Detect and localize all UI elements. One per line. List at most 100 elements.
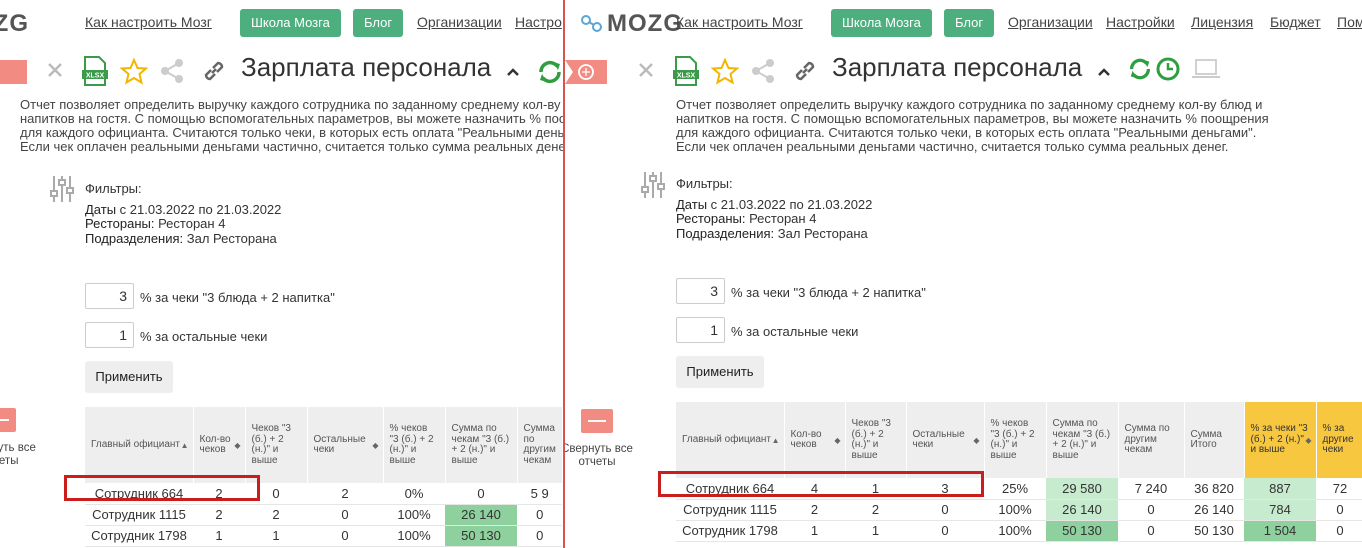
col-header-pct-3plus2[interactable]: % за чеки "3 (б.) + 2 (н.)" и выше ◆ — [1244, 402, 1317, 478]
col-header-checks-3plus2[interactable]: Чеков "3 (б.) + 2 (н.)" и выше — [845, 402, 907, 478]
col-header-other-checks[interactable]: Остальные чеки ◆ — [307, 407, 384, 483]
col-header-waiter[interactable]: Главный официант ▲ — [85, 407, 194, 483]
top-nav: MOZG Как настроить Мозг Школа Мозга Блог… — [0, 0, 563, 48]
filters-block: Фильтры: Даты с 21.03.2022 по 21.03.2022… — [676, 176, 873, 241]
close-icon[interactable] — [47, 62, 63, 83]
filters-sliders-icon[interactable] — [640, 170, 666, 205]
filter-dates: Даты с 21.03.2022 по 21.03.2022 — [85, 201, 282, 217]
apply-button[interactable]: Применить — [85, 361, 173, 393]
apply-button[interactable]: Применить — [676, 356, 764, 388]
logo-text: MOZG — [607, 10, 683, 37]
nav-link-settings[interactable]: Настройки — [1106, 14, 1175, 30]
table-row[interactable]: Сотрудник 1115 2 2 0 100% 26 140 0 26 140 784 0 — [676, 499, 1362, 521]
bookmark-ribbon-icon[interactable] — [565, 56, 607, 88]
minus-icon — [581, 409, 613, 433]
nav-button-blog[interactable]: Блог — [944, 9, 995, 37]
nav-link-help[interactable]: Пом — [1337, 14, 1362, 30]
table-row[interactable]: Сотрудник 1798 1 1 0 100% 50 130 0 — [85, 525, 563, 547]
page-title: Зарплата персонала — [832, 52, 1083, 82]
page-title: Зарплата персонала — [241, 52, 492, 82]
percent-label-other: % за остальные чеки — [140, 329, 268, 344]
percent-input-3plus2[interactable]: 3 — [85, 283, 134, 309]
logo-text: MOZG — [0, 10, 29, 37]
col-header-checks-3plus2[interactable]: Чеков "3 (б.) + 2 (н.)" и выше — [245, 407, 308, 483]
col-header-pct-checks[interactable]: % чеков "3 (б.) + 2 (н.)" и выше — [984, 402, 1047, 478]
collapse-all-label: Свернуть все отчеты — [563, 443, 633, 468]
nav-button-school[interactable]: Школа Мозга — [240, 9, 341, 37]
col-header-sum-other[interactable]: Сумма по другим чекам — [517, 407, 563, 483]
favorite-star-icon[interactable] — [119, 57, 149, 90]
schedule-clock-icon[interactable] — [1155, 56, 1181, 87]
filter-restaurants: Рестораны: Ресторан 4 — [676, 211, 817, 226]
percent-label-other: % за остальные чеки — [731, 324, 859, 339]
share-icon[interactable] — [159, 58, 185, 89]
report-title-row: XLSX Зарплата персонала — [565, 50, 1362, 92]
highlight-box-left — [64, 475, 260, 501]
xlsx-export-icon[interactable]: XLSX — [672, 56, 700, 91]
col-header-sum-other[interactable]: Сумма по другим чекам — [1118, 402, 1185, 478]
bookmark-ribbon-icon[interactable] — [0, 56, 27, 88]
col-header-sum-total[interactable]: Сумма Итого — [1184, 402, 1245, 478]
filter-departments: Подразделения: Зал Ресторана — [676, 225, 868, 241]
refresh-icon[interactable] — [536, 58, 563, 91]
refresh-icon[interactable] — [1127, 56, 1153, 87]
right-browser-view: MOZG Как настроить Мозг Школа Мозга Блог… — [563, 0, 1362, 548]
table-header-row: Главный официант ▲ Кол-во чеков ◆ Чеков "3… — [676, 402, 1362, 478]
collapse-all-reports-button[interactable]: Свернуть все отчеты — [0, 408, 48, 468]
filters-sliders-icon[interactable] — [49, 174, 75, 209]
nav-link-how-to[interactable]: Как настроить Мозг — [676, 14, 803, 30]
nav-link-organizations[interactable]: Организации — [417, 14, 502, 30]
nav-link-how-to[interactable]: Как настроить Мозг — [85, 14, 212, 30]
table-row[interactable]: Сотрудник 1798 1 1 0 100% 50 130 0 50 130 1 504 0 — [676, 520, 1362, 542]
percent-input-other[interactable]: 1 — [676, 317, 725, 343]
percent-label-3plus2: % за чеки "3 блюда + 2 напитка" — [731, 285, 926, 300]
minus-icon — [0, 408, 16, 432]
report-title-row: XLSX Зарплата персонала — [0, 50, 563, 92]
mozg-logo[interactable]: MOZG — [579, 10, 683, 38]
percent-input-other[interactable]: 1 — [85, 322, 134, 348]
svg-text:XLSX: XLSX — [86, 73, 105, 80]
nav-link-settings[interactable]: Настро — [515, 14, 562, 30]
mozg-logo[interactable]: MOZG — [0, 10, 29, 38]
collapse-chevron-icon[interactable] — [506, 64, 520, 82]
col-header-pct-other[interactable]: % за другие чеки — [1316, 402, 1362, 478]
col-header-checks[interactable]: Кол-во чеков ◆ — [193, 407, 246, 483]
nav-link-license[interactable]: Лицензия — [1191, 14, 1253, 30]
collapse-all-reports-button[interactable]: Свернуть все отчеты — [563, 409, 645, 469]
favorite-star-icon[interactable] — [710, 57, 740, 90]
percent-label-3plus2: % за чеки "3 блюда + 2 напитка" — [140, 290, 335, 305]
col-header-other-checks[interactable]: Остальные чеки ◆ — [906, 402, 985, 478]
highlight-box-right — [658, 471, 984, 497]
nav-button-blog[interactable]: Блог — [353, 9, 404, 37]
filter-departments: Подразделения: Зал Ресторана — [85, 230, 277, 246]
nav-link-organizations[interactable]: Организации — [1008, 14, 1093, 30]
svg-text:XLSX: XLSX — [677, 73, 696, 80]
col-header-pct-checks[interactable]: % чеков "3 (б.) + 2 (н.)" и выше — [383, 407, 446, 483]
collapse-chevron-icon[interactable] — [1097, 64, 1111, 82]
link-icon[interactable] — [201, 58, 227, 89]
filters-block: Фильтры: Даты с 21.03.2022 по 21.03.2022… — [85, 181, 282, 246]
xlsx-export-icon[interactable]: XLSX — [81, 56, 109, 91]
nav-button-school[interactable]: Школа Мозга — [831, 9, 932, 37]
col-header-checks[interactable]: Кол-во чеков ◆ — [784, 402, 846, 478]
share-icon[interactable] — [750, 58, 776, 89]
left-browser-view: MOZG Как настроить Мозг Школа Мозга Блог… — [0, 0, 563, 548]
filters-header: Фильтры: — [676, 176, 733, 191]
col-header-waiter[interactable]: Главный официант ▲ — [676, 402, 785, 478]
nav-link-budget[interactable]: Бюджет — [1270, 14, 1321, 30]
col-header-sum-3plus2[interactable]: Сумма по чекам "3 (б.) + 2 (н.)" и выше — [445, 407, 518, 483]
report-description: Отчет позволяет определить выручку каждо… — [676, 97, 1269, 154]
laptop-icon[interactable] — [1191, 58, 1221, 85]
close-icon[interactable] — [638, 62, 654, 83]
filter-dates: Даты с 21.03.2022 по 21.03.2022 — [676, 196, 873, 212]
link-icon[interactable] — [792, 58, 818, 89]
table-header-row: Главный официант ▲ Кол-во чеков ◆ Чеков "3… — [85, 407, 563, 483]
percent-input-3plus2[interactable]: 3 — [676, 278, 725, 304]
filter-restaurants: Рестораны: Ресторан 4 — [85, 216, 226, 231]
report-description: Отчет позволяет определить выручку каждо… — [20, 97, 563, 154]
col-header-sum-3plus2[interactable]: Сумма по чекам "3 (б.) + 2 (н.)" и выше — [1046, 402, 1119, 478]
table-row[interactable]: Сотрудник 1115 2 2 0 100% 26 140 0 — [85, 504, 563, 526]
filters-header: Фильтры: — [85, 181, 142, 196]
top-nav: MOZG Как настроить Мозг Школа Мозга Блог… — [565, 0, 1362, 48]
collapse-all-label: Свернуть все отчеты — [0, 442, 36, 467]
